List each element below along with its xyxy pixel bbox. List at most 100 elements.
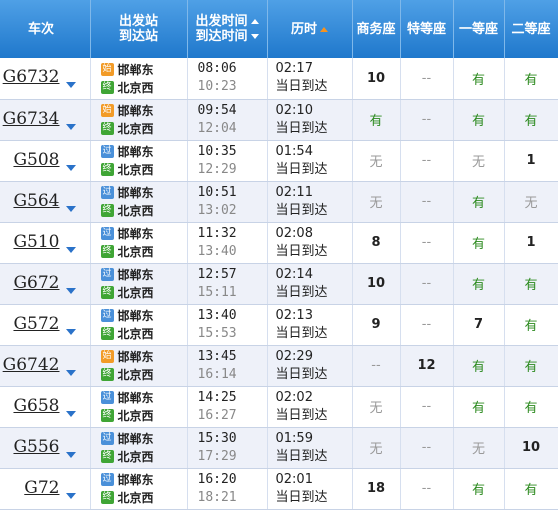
station-cell: 始邯郸东终北京西 xyxy=(90,58,188,100)
station-cell: 过邯郸东终北京西 xyxy=(90,263,188,305)
table-row[interactable]: G672 过邯郸东终北京西 12:57 15:11 02:14 当日到达 10 -- 有有 xyxy=(0,263,558,305)
table-row[interactable]: G72 过邯郸东终北京西 16:20 18:21 02:01 当日到达 18 -- 有有 xyxy=(0,468,558,510)
duration-cell: 01:59 当日到达 xyxy=(267,427,353,469)
header-second: 二等座 xyxy=(504,0,558,58)
seat-first: 有 xyxy=(453,468,505,510)
train-number-link[interactable]: G672 xyxy=(13,273,59,293)
train-cell: G72 xyxy=(0,468,91,510)
table-row[interactable]: G6742 始邯郸东终北京西 13:45 16:14 02:29 当日到达 -- 12 有有 xyxy=(0,345,558,387)
seat-business: 有 xyxy=(352,99,401,141)
expand-arrow-icon[interactable] xyxy=(65,123,76,130)
duration-cell: 02:01 当日到达 xyxy=(267,468,353,510)
train-cell: G564 xyxy=(0,181,91,223)
arrival-note: 当日到达 xyxy=(275,202,328,218)
train-cell: G672 xyxy=(0,263,91,305)
duration-cell: 02:13 当日到达 xyxy=(267,304,353,346)
duration: 02:10 xyxy=(275,102,313,118)
expand-arrow-icon[interactable] xyxy=(65,164,76,171)
table-row[interactable]: G658 过邯郸东终北京西 14:25 16:27 02:02 当日到达无 -- 有有 xyxy=(0,386,558,428)
expand-arrow-icon[interactable] xyxy=(65,328,76,335)
expand-arrow-icon[interactable] xyxy=(65,205,76,212)
header-times[interactable]: 出发时间 到达时间 xyxy=(187,0,268,58)
arrival-note: 当日到达 xyxy=(275,489,328,505)
seat-second: 无 xyxy=(504,181,558,223)
seat-premium: -- xyxy=(400,140,454,182)
header-duration[interactable]: 历时 xyxy=(267,0,353,58)
train-number-link[interactable]: G6734 xyxy=(3,109,60,129)
seat-premium: -- xyxy=(400,468,454,510)
expand-arrow-icon[interactable] xyxy=(65,451,76,458)
pass-badge: 过 xyxy=(100,391,114,404)
station-cell: 始邯郸东终北京西 xyxy=(90,345,188,387)
end-badge: 终 xyxy=(100,409,114,422)
expand-arrow-icon[interactable] xyxy=(65,410,76,417)
header-from-station: 出发站 xyxy=(118,14,158,29)
arrival-time: 15:53 xyxy=(197,325,237,341)
table-row[interactable]: G6734 始邯郸东终北京西 09:54 12:04 02:10 当日到达有 -- 有有 xyxy=(0,99,558,141)
station-cell: 过邯郸东终北京西 xyxy=(90,181,188,223)
duration: 02:13 xyxy=(275,307,313,323)
expand-arrow-icon[interactable] xyxy=(65,287,76,294)
train-number-link[interactable]: G658 xyxy=(13,396,59,416)
train-number-link[interactable]: G564 xyxy=(13,191,59,211)
header-premium: 特等座 xyxy=(400,0,454,58)
from-station: 邯郸东 xyxy=(117,227,154,241)
sort-icon[interactable] xyxy=(250,19,259,39)
duration-cell: 02:17 当日到达 xyxy=(267,58,353,100)
table-row[interactable]: G508 过邯郸东终北京西 10:35 12:29 01:54 当日到达无 -- 无 1 xyxy=(0,140,558,182)
seat-second: 有 xyxy=(504,468,558,510)
table-row[interactable]: G556 过邯郸东终北京西 15:30 17:29 01:59 当日到达无 -- 无 10 xyxy=(0,427,558,469)
duration: 02:08 xyxy=(275,225,313,241)
seat-second: 有 xyxy=(504,345,558,387)
duration-cell: 02:10 当日到达 xyxy=(267,99,353,141)
end-badge: 终 xyxy=(100,245,114,258)
time-cell: 16:20 18:21 xyxy=(187,468,268,510)
to-station: 北京西 xyxy=(117,245,154,259)
departure-time: 08:06 xyxy=(197,61,237,77)
to-station: 北京西 xyxy=(117,450,154,464)
duration: 01:59 xyxy=(275,430,313,446)
expand-arrow-icon[interactable] xyxy=(65,82,76,89)
duration: 01:54 xyxy=(275,143,313,159)
train-cell: G658 xyxy=(0,386,91,428)
seat-first: 无 xyxy=(453,140,505,182)
duration-cell: 02:14 当日到达 xyxy=(267,263,353,305)
header-train: 车次 xyxy=(0,0,91,58)
seat-first: 有 xyxy=(453,345,505,387)
train-number-link[interactable]: G6742 xyxy=(3,355,60,375)
table-row[interactable]: G510 过邯郸东终北京西 11:32 13:40 02:08 当日到达 8 -- 有 1 xyxy=(0,222,558,264)
seat-business: 10 xyxy=(352,263,401,305)
station-cell: 过邯郸东终北京西 xyxy=(90,468,188,510)
table-row[interactable]: G564 过邯郸东终北京西 10:51 13:02 02:11 当日到达无 -- 有无 xyxy=(0,181,558,223)
end-badge: 终 xyxy=(100,368,114,381)
seat-second: 有 xyxy=(504,386,558,428)
expand-arrow-icon[interactable] xyxy=(65,246,76,253)
station-cell: 过邯郸东终北京西 xyxy=(90,140,188,182)
from-station: 邯郸东 xyxy=(117,432,154,446)
train-number-link[interactable]: G510 xyxy=(13,232,59,252)
departure-time: 11:32 xyxy=(197,225,237,241)
seat-premium: -- xyxy=(400,386,454,428)
table-row[interactable]: G6732 始邯郸东终北京西 08:06 10:23 02:17 当日到达 10 -- 有有 xyxy=(0,58,558,100)
pass-badge: 过 xyxy=(100,145,114,158)
header-to-station: 到达站 xyxy=(118,29,158,44)
train-number-link[interactable]: G508 xyxy=(13,150,59,170)
seat-first: 7 xyxy=(453,304,505,346)
to-station: 北京西 xyxy=(117,80,154,95)
start-badge: 始 xyxy=(100,350,114,363)
expand-arrow-icon[interactable] xyxy=(65,369,76,376)
expand-arrow-icon[interactable] xyxy=(65,492,76,499)
table-row[interactable]: G572 过邯郸东终北京西 13:40 15:53 02:13 当日到达 9 -- 7 有 xyxy=(0,304,558,346)
station-cell: 过邯郸东终北京西 xyxy=(90,222,188,264)
from-station: 邯郸东 xyxy=(117,62,154,77)
seat-premium: -- xyxy=(400,263,454,305)
train-number-link[interactable]: G72 xyxy=(24,478,59,498)
arrival-time: 15:11 xyxy=(197,284,237,300)
train-number-link[interactable]: G556 xyxy=(13,437,59,457)
train-number-link[interactable]: G572 xyxy=(13,314,59,334)
seat-business: 无 xyxy=(352,386,401,428)
seat-second: 有 xyxy=(504,99,558,141)
train-number-link[interactable]: G6732 xyxy=(3,67,60,87)
header-first: 一等座 xyxy=(453,0,505,58)
train-list-table: 车次 出发站 到达站 出发时间 到达时间 历时 商务座 特等座 一等座 二等座 … xyxy=(0,0,558,510)
